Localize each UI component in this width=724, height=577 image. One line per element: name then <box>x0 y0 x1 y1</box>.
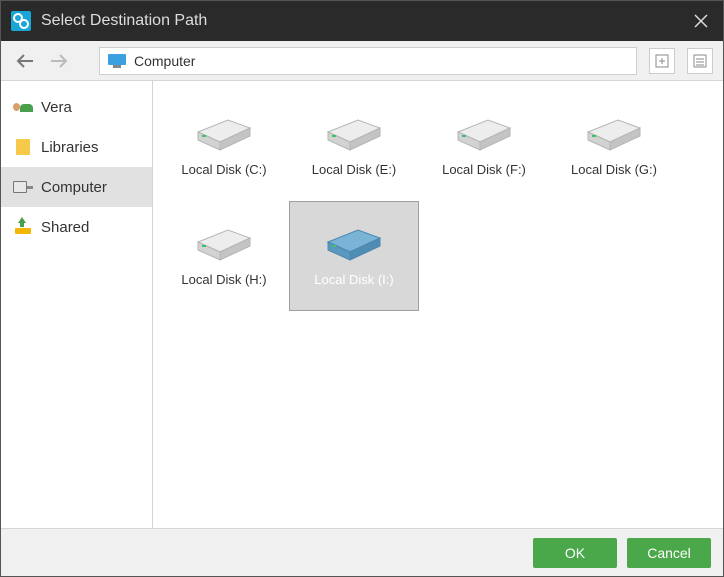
drive-item-f[interactable]: Local Disk (F:) <box>419 91 549 201</box>
sidebar-item-label: Computer <box>41 179 107 196</box>
content-pane: Local Disk (C:) Local Disk (E:) Local Di… <box>153 81 723 528</box>
list-icon <box>693 54 707 68</box>
sidebar-item-label: Shared <box>41 219 89 236</box>
drive-item-h[interactable]: Local Disk (H:) <box>159 201 289 311</box>
drive-item-e[interactable]: Local Disk (E:) <box>289 91 419 201</box>
disk-icon <box>322 212 386 262</box>
sidebar: Vera Libraries Computer Shared <box>1 81 153 528</box>
sidebar-item-computer[interactable]: Computer <box>1 167 152 207</box>
drive-label: Local Disk (H:) <box>181 272 266 287</box>
sidebar-item-shared[interactable]: Shared <box>1 207 152 247</box>
drive-item-g[interactable]: Local Disk (G:) <box>549 91 679 201</box>
shared-icon <box>13 217 33 237</box>
footer: OK Cancel <box>1 528 723 576</box>
arrow-right-icon <box>49 52 69 70</box>
close-icon <box>694 14 708 28</box>
disk-icon <box>192 102 256 152</box>
window-title: Select Destination Path <box>41 12 689 30</box>
close-button[interactable] <box>689 9 713 33</box>
disk-icon <box>452 102 516 152</box>
nav-back-button[interactable] <box>11 47 39 75</box>
app-icon <box>11 11 31 31</box>
disk-icon <box>582 102 646 152</box>
drive-item-c[interactable]: Local Disk (C:) <box>159 91 289 201</box>
disk-icon <box>322 102 386 152</box>
navbar: Computer <box>1 41 723 81</box>
libraries-icon <box>13 137 33 157</box>
sidebar-item-label: Libraries <box>41 139 99 156</box>
nav-forward-button[interactable] <box>45 47 73 75</box>
drive-label: Local Disk (G:) <box>571 162 657 177</box>
arrow-left-icon <box>15 52 35 70</box>
new-folder-button[interactable] <box>649 48 675 74</box>
main-area: Vera Libraries Computer Shared <box>1 81 723 528</box>
sidebar-item-libraries[interactable]: Libraries <box>1 127 152 167</box>
drive-item-i[interactable]: Local Disk (I:) <box>289 201 419 311</box>
cancel-button[interactable]: Cancel <box>627 538 711 568</box>
plus-icon <box>655 54 669 68</box>
address-bar[interactable]: Computer <box>99 47 637 75</box>
computer-icon <box>13 177 33 197</box>
ok-button[interactable]: OK <box>533 538 617 568</box>
computer-icon <box>108 54 126 68</box>
address-text: Computer <box>134 53 195 69</box>
user-icon <box>13 97 33 117</box>
drive-label: Local Disk (E:) <box>312 162 397 177</box>
titlebar: Select Destination Path <box>1 1 723 41</box>
disk-icon <box>192 212 256 262</box>
drive-label: Local Disk (C:) <box>181 162 266 177</box>
drive-label: Local Disk (F:) <box>442 162 526 177</box>
drive-label: Local Disk (I:) <box>314 272 393 287</box>
drive-grid: Local Disk (C:) Local Disk (E:) Local Di… <box>159 91 717 311</box>
view-list-button[interactable] <box>687 48 713 74</box>
sidebar-item-label: Vera <box>41 99 72 116</box>
sidebar-item-vera[interactable]: Vera <box>1 87 152 127</box>
